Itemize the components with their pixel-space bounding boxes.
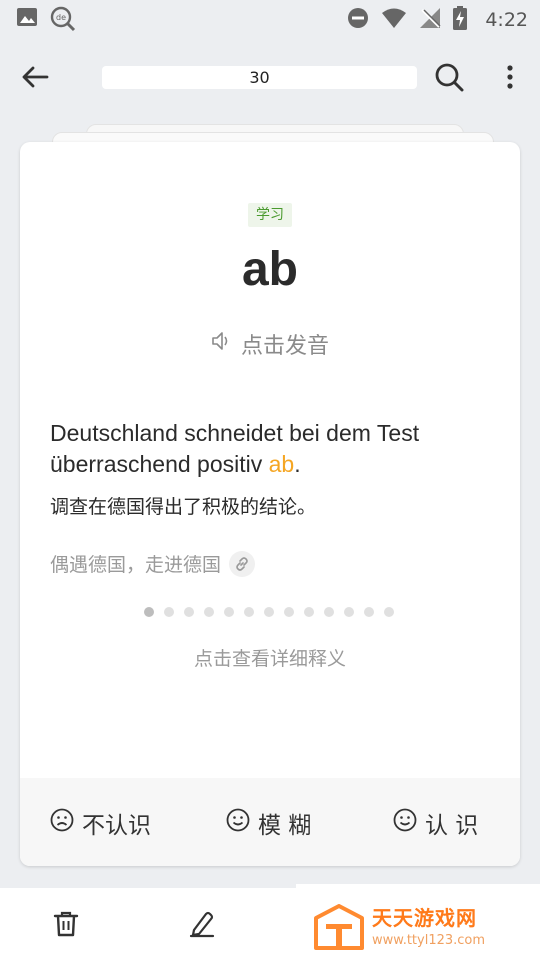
app-bar: 30 <box>0 50 540 106</box>
known-label: 认 识 <box>425 813 479 839</box>
smile-icon <box>226 808 250 838</box>
pronounce-label: 点击发音 <box>240 334 329 359</box>
pagination-dot[interactable] <box>304 607 314 617</box>
vague-button[interactable]: 模 糊 <box>226 806 311 840</box>
example-end: . <box>294 451 301 477</box>
more-options-button[interactable] <box>496 62 524 96</box>
watermark-title: 天天游戏网 <box>372 906 477 930</box>
pagination-dot[interactable] <box>204 607 214 617</box>
example-text: Deutschland schneidet bei dem Test überr… <box>50 420 420 477</box>
card-counter: 30 <box>102 66 417 89</box>
pronounce-button[interactable]: 点击发音 <box>20 328 520 360</box>
example-highlight: ab <box>268 451 295 477</box>
pagination-dot[interactable] <box>224 607 234 617</box>
pagination-dot[interactable] <box>164 607 174 617</box>
clock-time: 4:22 <box>485 9 528 31</box>
no-signal-icon <box>419 7 441 33</box>
pagination-dot[interactable] <box>264 607 274 617</box>
example-source: 偶遇德国，走进德国 <box>50 550 256 577</box>
site-watermark: 天天游戏网 www.ttyl123.com <box>296 884 540 960</box>
example-translation: 调查在德国得出了积极的结论。 <box>50 496 317 518</box>
speaker-icon <box>211 330 233 358</box>
more-vert-icon <box>506 64 514 94</box>
watermark-logo-icon <box>314 904 364 954</box>
status-bar: de 4:22 <box>0 0 540 36</box>
card-action-bar: 不认识 模 糊 认 识 <box>20 778 520 866</box>
link-icon[interactable] <box>229 550 256 577</box>
pagination-dot[interactable] <box>344 607 354 617</box>
watermark-url: www.ttyl123.com <box>372 933 486 948</box>
delete-button[interactable] <box>52 910 80 942</box>
watermark-text: 天天游戏网 www.ttyl123.com <box>372 902 485 948</box>
search-icon <box>434 62 464 96</box>
dict-search-icon: de <box>50 6 76 36</box>
pagination-dot[interactable] <box>144 607 154 617</box>
wifi-icon <box>381 7 407 33</box>
view-details-link[interactable]: 点击查看详细释义 <box>20 644 520 671</box>
flashcard[interactable]: 学习 ab 点击发音 Deutschland schneidet bei dem… <box>20 142 520 866</box>
edit-button[interactable] <box>188 910 216 942</box>
vocabulary-word: ab <box>241 243 298 296</box>
search-button[interactable] <box>432 62 466 96</box>
trash-icon <box>52 911 80 942</box>
smile-icon <box>393 808 417 838</box>
svg-text:de: de <box>56 13 66 22</box>
pagination-dot[interactable] <box>324 607 334 617</box>
back-button[interactable] <box>18 62 52 96</box>
pagination-dot[interactable] <box>384 607 394 617</box>
source-label: 偶遇德国，走进德国 <box>50 554 222 576</box>
sad-face-icon <box>50 808 74 838</box>
pagination-dot[interactable] <box>364 607 374 617</box>
unknown-button[interactable]: 不认识 <box>50 806 151 840</box>
category-tag: 学习 <box>248 203 292 227</box>
pagination-dot[interactable] <box>244 607 254 617</box>
unknown-label: 不认识 <box>82 813 151 839</box>
vague-label: 模 糊 <box>258 813 312 839</box>
example-pagination-dots <box>144 607 394 617</box>
back-arrow-icon <box>21 65 49 93</box>
battery-charging-icon <box>453 6 468 34</box>
edit-icon <box>188 911 216 942</box>
image-icon <box>16 6 38 36</box>
pagination-dot[interactable] <box>184 607 194 617</box>
example-sentence: Deutschland schneidet bei dem Test überr… <box>50 418 490 480</box>
pagination-dot[interactable] <box>284 607 294 617</box>
dnd-icon <box>347 7 369 33</box>
known-button[interactable]: 认 识 <box>393 806 478 840</box>
